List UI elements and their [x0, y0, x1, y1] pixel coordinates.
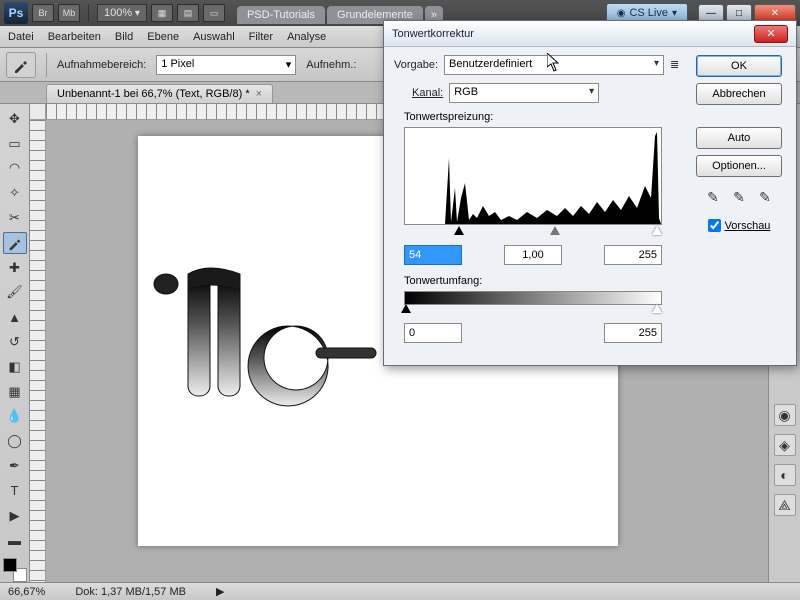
preview-check-input[interactable]: [708, 219, 721, 232]
move-tool[interactable]: ✥: [3, 108, 27, 130]
ruler-origin[interactable]: [30, 104, 46, 120]
layers-icon[interactable]: ◈: [774, 434, 796, 456]
menu-edit[interactable]: Bearbeiten: [48, 31, 101, 43]
workspace-tab[interactable]: PSD-Tutorials: [237, 6, 325, 24]
black-point-handle[interactable]: [454, 226, 464, 235]
white-point-handle[interactable]: [652, 226, 662, 235]
menu-select[interactable]: Auswahl: [193, 31, 235, 43]
view-proof-icon[interactable]: ▤: [177, 4, 199, 22]
ok-button[interactable]: OK: [696, 55, 782, 77]
output-black-field[interactable]: [404, 323, 462, 343]
blur-tool[interactable]: 💧: [3, 406, 27, 428]
stamp-tool[interactable]: ▲: [3, 306, 27, 328]
dialog-titlebar[interactable]: Tonwertkorrektur ✕: [384, 21, 796, 47]
status-doc-info[interactable]: Dok: 1,37 MB/1,57 MB: [75, 586, 186, 598]
preset-label: Vorgabe:: [394, 59, 438, 71]
output-white-field[interactable]: [604, 323, 662, 343]
cancel-button[interactable]: Abbrechen: [696, 83, 782, 105]
gradient-tool[interactable]: ▦: [3, 381, 27, 403]
gamma-handle[interactable]: [550, 226, 560, 235]
status-zoom[interactable]: 66,67%: [8, 586, 45, 598]
history-brush-tool[interactable]: ↺: [3, 331, 27, 353]
screen-mode-icon[interactable]: ▭: [203, 4, 225, 22]
preview-label: Vorschau: [725, 220, 771, 232]
options-button[interactable]: Optionen...: [696, 155, 782, 177]
close-document-icon[interactable]: ×: [256, 88, 262, 100]
heal-tool[interactable]: ✚: [3, 257, 27, 279]
zoom-level[interactable]: 100% ▾: [97, 4, 147, 22]
menu-filter[interactable]: Filter: [249, 31, 273, 43]
input-slider[interactable]: [404, 229, 662, 239]
ruler-vertical[interactable]: [30, 120, 46, 582]
eyedropper-black-icon[interactable]: ✎: [703, 187, 723, 207]
camera-icon[interactable]: ◉: [774, 404, 796, 426]
eyedropper-white-icon[interactable]: ✎: [755, 187, 775, 207]
channel-label: Kanal:: [412, 87, 443, 99]
menu-image[interactable]: Bild: [115, 31, 133, 43]
input-gamma-field[interactable]: [504, 245, 562, 265]
channel-select[interactable]: RGB: [449, 83, 599, 103]
input-levels-label: Tonwertspreizung:: [404, 111, 684, 123]
status-bar: 66,67% Dok: 1,37 MB/1,57 MB ▶: [0, 582, 800, 600]
document-tab[interactable]: Unbenannt-1 bei 66,7% (Text, RGB/8) * ×: [46, 84, 273, 103]
dodge-tool[interactable]: ◯: [3, 430, 27, 452]
tools-panel: ✥ ▭ ◠ ✧ ✂ ✚ 🖌 ▲ ↺ ◧ ▦ 💧 ◯ ✒ T ▶ ▬: [0, 104, 30, 582]
bridge-icon[interactable]: Br: [32, 4, 54, 22]
pen-tool[interactable]: ✒: [3, 455, 27, 477]
color-swatches[interactable]: [3, 558, 27, 582]
sample-size-select[interactable]: 1 Pixel▾: [156, 55, 296, 75]
status-arrow-icon[interactable]: ▶: [216, 585, 224, 598]
auto-button[interactable]: Auto: [696, 127, 782, 149]
paths-icon[interactable]: ⟁: [774, 494, 796, 516]
output-white-handle[interactable]: [652, 304, 662, 313]
wand-tool[interactable]: ✧: [3, 182, 27, 204]
menu-layer[interactable]: Ebene: [147, 31, 179, 43]
path-select-tool[interactable]: ▶: [3, 505, 27, 527]
preset-menu-icon[interactable]: ≣: [670, 58, 684, 72]
menu-file[interactable]: Datei: [8, 31, 34, 43]
input-white-field[interactable]: [604, 245, 662, 265]
document-tab-title: Unbenannt-1 bei 66,7% (Text, RGB/8) *: [57, 88, 250, 100]
eyedropper-tool[interactable]: [3, 232, 27, 254]
type-tool[interactable]: T: [3, 480, 27, 502]
preview-checkbox[interactable]: Vorschau: [708, 219, 771, 232]
output-gradient: [404, 291, 662, 305]
histogram: [404, 127, 662, 225]
output-levels-label: Tonwertumfang:: [404, 275, 684, 287]
input-black-field[interactable]: [404, 245, 462, 265]
output-slider[interactable]: [404, 307, 662, 317]
menu-analysis[interactable]: Analyse: [287, 31, 326, 43]
preset-select[interactable]: Benutzerdefiniert: [444, 55, 664, 75]
levels-dialog: Tonwertkorrektur ✕ Vorgabe: Benutzerdefi…: [383, 20, 797, 366]
brush-tool[interactable]: 🖌: [3, 282, 27, 304]
eraser-tool[interactable]: ◧: [3, 356, 27, 378]
sample-size-label: Aufnahmebereich:: [57, 59, 146, 71]
photoshop-logo: Ps: [4, 2, 28, 24]
sample-layers-label: Aufnehm.:: [306, 59, 356, 71]
dialog-close-button[interactable]: ✕: [754, 25, 788, 43]
crop-tool[interactable]: ✂: [3, 207, 27, 229]
view-extras-icon[interactable]: ▦: [151, 4, 173, 22]
current-tool-icon[interactable]: [6, 52, 36, 78]
output-black-handle[interactable]: [401, 304, 411, 313]
eyedropper-gray-icon[interactable]: ✎: [729, 187, 749, 207]
minibridge-icon[interactable]: Mb: [58, 4, 80, 22]
lasso-tool[interactable]: ◠: [3, 158, 27, 180]
shape-tool[interactable]: ▬: [3, 530, 27, 552]
dialog-title: Tonwertkorrektur: [392, 28, 474, 40]
marquee-tool[interactable]: ▭: [3, 133, 27, 155]
adjustments-icon[interactable]: ◐: [774, 464, 796, 486]
